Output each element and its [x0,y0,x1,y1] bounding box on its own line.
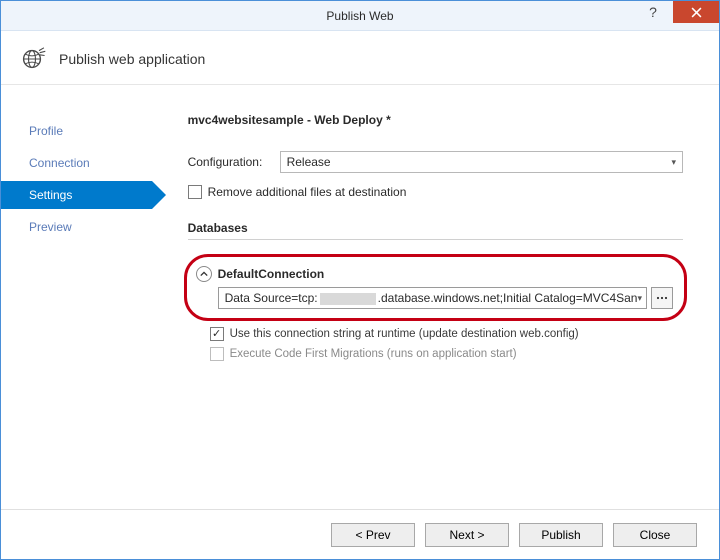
close-button[interactable]: Close [613,523,697,547]
configuration-value: Release [287,155,331,169]
configuration-select[interactable]: Release ▾ [280,151,683,173]
dialog-body: Profile Connection Settings Preview mvc4… [1,85,719,509]
close-icon [691,7,702,18]
use-runtime-checkbox[interactable] [210,327,224,341]
window-controls: ? [633,1,719,30]
sidebar-item-profile[interactable]: Profile [1,117,152,145]
dialog-header: Publish web application [1,31,719,85]
code-first-checkbox[interactable] [210,347,224,361]
ellipsis-icon [656,293,668,303]
sidebar-item-connection[interactable]: Connection [1,149,152,177]
connection-builder-button[interactable] [651,287,673,309]
chevron-up-icon [200,270,208,278]
titlebar: Publish Web ? [1,1,719,31]
configuration-row: Configuration: Release ▾ [188,151,683,173]
db-header: DefaultConnection [196,266,673,282]
chevron-down-icon: ▾ [671,157,676,168]
globe-icon [17,44,47,74]
db-name: DefaultConnection [218,267,325,281]
use-runtime-label: Use this connection string at runtime (u… [230,328,579,340]
db-options: Use this connection string at runtime (u… [188,327,683,361]
use-runtime-checkbox-row[interactable]: Use this connection string at runtime (u… [210,327,683,341]
configuration-label: Configuration: [188,155,280,169]
redacted-server [320,293,376,305]
remove-files-checkbox-row[interactable]: Remove additional files at destination [188,185,683,199]
dialog-footer: < Prev Next > Publish Close [1,509,719,559]
chevron-down-icon: ▾ [637,293,642,304]
default-connection-block: DefaultConnection Data Source=tcp:.datab… [188,260,683,319]
databases-heading: Databases [188,221,683,240]
connection-string-combo[interactable]: Data Source=tcp:.database.windows.net;In… [218,287,647,309]
close-window-button[interactable] [673,1,719,23]
publish-button[interactable]: Publish [519,523,603,547]
window-title: Publish Web [326,9,393,23]
connection-string-row: Data Source=tcp:.database.windows.net;In… [196,287,673,309]
connection-string-text: Data Source=tcp:.database.windows.net;In… [225,291,638,305]
dialog-title: Publish web application [59,51,205,67]
code-first-label: Execute Code First Migrations (runs on a… [230,348,517,360]
remove-files-label: Remove additional files at destination [208,185,407,199]
page-title: mvc4websitesample - Web Deploy * [188,113,683,127]
main-panel: mvc4websitesample - Web Deploy * Configu… [152,85,719,509]
prev-button[interactable]: < Prev [331,523,415,547]
sidebar-item-settings[interactable]: Settings [1,181,152,209]
sidebar: Profile Connection Settings Preview [1,85,152,509]
remove-files-checkbox[interactable] [188,185,202,199]
next-button[interactable]: Next > [425,523,509,547]
help-button[interactable]: ? [633,1,673,23]
code-first-checkbox-row[interactable]: Execute Code First Migrations (runs on a… [210,347,683,361]
collapse-toggle[interactable] [196,266,212,282]
sidebar-item-preview[interactable]: Preview [1,213,152,241]
dialog-window: Publish Web ? Publish web application [0,0,720,560]
